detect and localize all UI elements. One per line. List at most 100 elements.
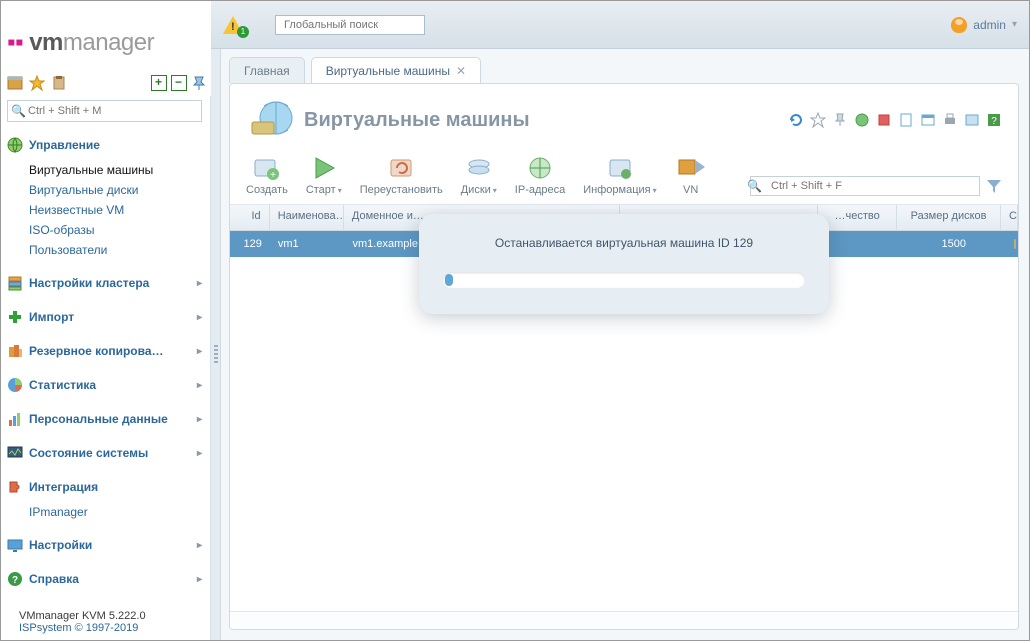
sidebar-item-vms[interactable]: Виртуальные машины [29, 160, 202, 180]
sidebar-item-users[interactable]: Пользователи [29, 240, 202, 260]
app-logo: ▪▪ vmmanager [7, 29, 154, 57]
sidebar: 🔍 Управление Виртуальные машины Виртуаль… [1, 96, 211, 640]
star-icon[interactable] [29, 75, 45, 91]
sidebar-item-iso[interactable]: ISO-образы [29, 220, 202, 240]
modal-message: Останавливается виртуальная машина ID 12… [443, 236, 805, 250]
logo-rest: manager [63, 29, 154, 56]
layout-icon[interactable] [7, 75, 23, 91]
action-create[interactable]: +Создать [246, 154, 288, 196]
section-title: Статистика [29, 378, 96, 392]
chevron-right-icon: ▸ [197, 312, 202, 323]
chevron-down-icon: ▾ [1012, 19, 1017, 30]
disks-icon [463, 154, 495, 182]
display-icon [7, 537, 23, 553]
panel-small-toolbar: ? [788, 112, 1002, 128]
th-state[interactable]: Состоя [1001, 205, 1018, 230]
sidebar-search-input[interactable] [7, 100, 202, 122]
sidebar-section-settings[interactable]: Настройки▸ [7, 534, 202, 556]
logo-symbol: ▪▪ [7, 29, 29, 56]
tab-vms[interactable]: Виртуальные машины✕ [311, 57, 481, 83]
action-start[interactable]: Старт▾ [306, 154, 342, 196]
pin-icon[interactable] [191, 75, 207, 91]
th-id[interactable]: Id [230, 205, 270, 230]
section-title: Резервное копирова… [29, 344, 164, 358]
svg-text:?: ? [991, 116, 997, 127]
section-title: Персональные данные [29, 412, 168, 426]
action-info[interactable]: Информация▾ [583, 154, 656, 196]
table-search-input[interactable] [750, 176, 980, 196]
svg-text:+: + [270, 170, 276, 181]
help-icon: ? [7, 571, 23, 587]
sidebar-section-backup[interactable]: Резервное копирова…▸ [7, 340, 202, 362]
clipboard-icon[interactable] [51, 75, 67, 91]
play-icon [308, 154, 340, 182]
action-ip[interactable]: IP-адреса [515, 154, 565, 196]
th-qty[interactable]: …чество [818, 205, 897, 230]
chevron-right-icon: ▸ [197, 448, 202, 459]
progress-value [445, 274, 453, 286]
user-menu[interactable]: admin ▾ [951, 17, 1017, 33]
puzzle-icon [7, 479, 23, 495]
th-name[interactable]: Наименова… [270, 205, 344, 230]
print-icon[interactable] [942, 112, 958, 128]
cell-name: vm1 [270, 238, 345, 250]
reinstall-icon [385, 154, 417, 182]
ip-icon [524, 154, 556, 182]
chevron-right-icon: ▸ [197, 540, 202, 551]
alert-badge[interactable]: ! 1 [223, 14, 245, 36]
collapse-all-icon[interactable] [171, 75, 187, 91]
th-disk-size[interactable]: Размер дисков [897, 205, 1001, 230]
copyright-text: ISPsystem © 1997-2019 [19, 622, 146, 634]
help-small-icon[interactable]: ? [986, 112, 1002, 128]
star-outline-icon[interactable] [810, 112, 826, 128]
vnc-icon [675, 154, 707, 182]
sidebar-section-stats[interactable]: Статистика ▸ [7, 374, 202, 396]
global-search-input[interactable] [275, 15, 425, 35]
mini-toolbar [7, 71, 207, 95]
sidebar-item-vdisks[interactable]: Виртуальные диски [29, 180, 202, 200]
action-reinstall[interactable]: Переустановить [360, 154, 443, 196]
user-avatar-icon [951, 17, 967, 33]
filter-icon[interactable] [986, 178, 1002, 194]
window-icon[interactable] [920, 112, 936, 128]
top-nav: ! 1 admin ▾ [211, 1, 1029, 49]
sidebar-section-personal-data[interactable]: Персональные данные ▸ [7, 408, 202, 430]
refresh-icon[interactable] [788, 112, 804, 128]
section-title: Состояние системы [29, 446, 148, 460]
barchart-icon [7, 411, 23, 427]
monitor-icon [7, 445, 23, 461]
sidebar-section-import[interactable]: Импорт ▸ [7, 306, 202, 328]
logo-bold: vm [29, 29, 63, 56]
sidebar-section-system-state[interactable]: Состояние системы ▸ [7, 442, 202, 464]
action-disks[interactable]: Диски▾ [461, 154, 497, 196]
doc-icon[interactable] [898, 112, 914, 128]
pin-small-icon[interactable] [832, 112, 848, 128]
settings-icon[interactable] [964, 112, 980, 128]
sidebar-item-ipmanager[interactable]: IPmanager [29, 502, 202, 522]
sidebar-section-integration[interactable]: Интеграция [7, 476, 202, 498]
new-vm-icon: + [251, 154, 283, 182]
chevron-right-icon: ▸ [197, 380, 202, 391]
user-name: admin [973, 18, 1006, 32]
action-vnc[interactable]: VN [675, 154, 707, 196]
section-title: Настройки кластера [29, 276, 149, 290]
tab-main[interactable]: Главная [229, 57, 305, 83]
section-title: Импорт [29, 310, 74, 324]
main-area: Главная Виртуальные машины✕ Виртуальные … [211, 49, 1029, 640]
sidebar-section-cluster-settings[interactable]: Настройки кластера▸ [7, 272, 202, 294]
sidebar-item-unknown-vm[interactable]: Неизвестные VM [29, 200, 202, 220]
cell-state [1006, 238, 1018, 250]
close-icon[interactable]: ✕ [456, 64, 466, 78]
content-panel: Виртуальные машины ? +Создать Старт▾ Пер… [229, 83, 1019, 630]
globe-small-icon[interactable] [854, 112, 870, 128]
stop-icon[interactable] [876, 112, 892, 128]
tab-bar: Главная Виртуальные машины✕ [229, 57, 481, 83]
expand-all-icon[interactable] [151, 75, 167, 91]
search-icon: 🔍 [11, 104, 26, 118]
section-title: Интеграция [29, 480, 98, 494]
sidebar-section-management[interactable]: Управление [7, 134, 202, 156]
chevron-right-icon: ▸ [197, 414, 202, 425]
version-text: VMmanager KVM 5.222.0 [19, 610, 146, 622]
sidebar-section-help[interactable]: ? Справка▸ [7, 568, 202, 590]
sidebar-resize-handle[interactable] [211, 49, 221, 640]
